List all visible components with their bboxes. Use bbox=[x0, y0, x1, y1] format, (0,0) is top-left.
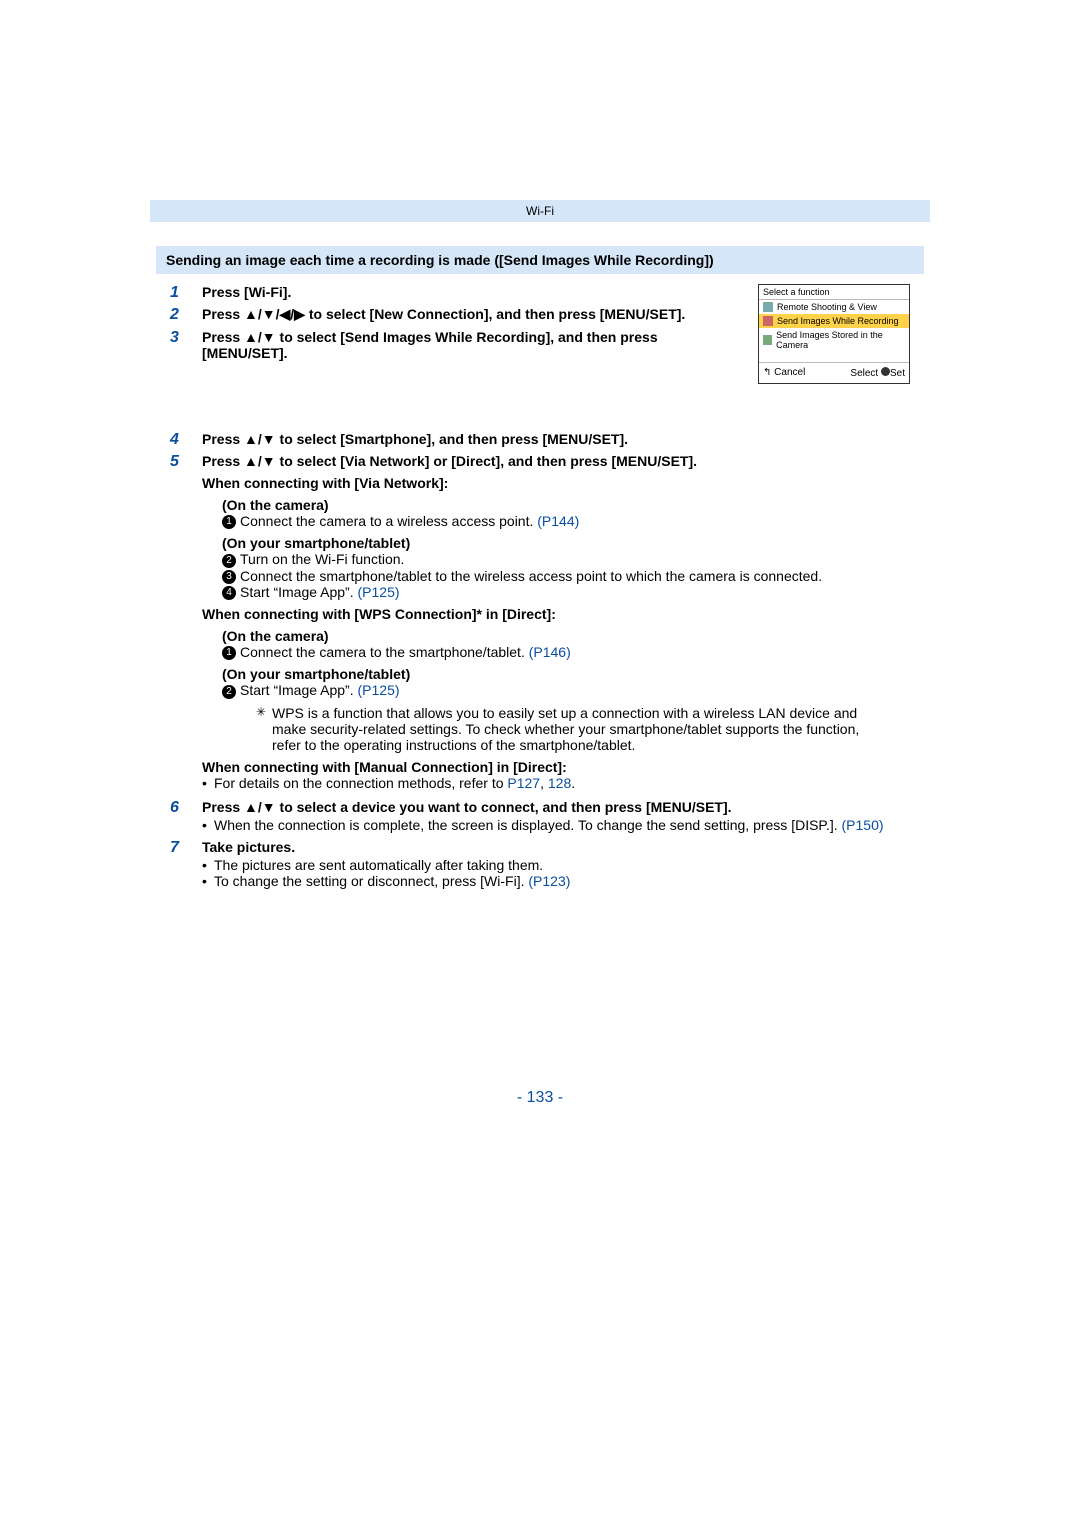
sep: , bbox=[540, 775, 548, 791]
via-network-phone-step-2: 2 Turn on the Wi-Fi function. bbox=[202, 551, 910, 567]
on-phone-heading: (On your smartphone/tablet) bbox=[202, 666, 910, 682]
on-phone-heading: (On your smartphone/tablet) bbox=[202, 535, 910, 551]
page-link-p125[interactable]: (P125) bbox=[358, 682, 400, 698]
circled-3-icon: 3 bbox=[222, 570, 236, 584]
screenshot-select-set: Select Set bbox=[850, 367, 905, 379]
step-body: Start “Image App”. bbox=[240, 682, 358, 698]
step-text: Take pictures. bbox=[202, 839, 295, 855]
manual-line: •For details on the connection methods, … bbox=[202, 775, 910, 791]
step-7-bullet-2: •To change the setting or disconnect, pr… bbox=[202, 873, 910, 889]
circled-2-icon: 2 bbox=[222, 554, 236, 568]
step-body: Connect the camera to a wireless access … bbox=[240, 513, 537, 529]
on-camera-heading: (On the camera) bbox=[202, 628, 910, 644]
manual-heading: When connecting with [Manual Connection]… bbox=[202, 759, 910, 775]
page-link-p123[interactable]: (P123) bbox=[528, 873, 570, 889]
via-network-phone-step-4: 4 Start “Image App”. (P125) bbox=[202, 584, 910, 600]
section-header: Wi-Fi bbox=[150, 200, 930, 222]
wps-heading: When connecting with [WPS Connection]* i… bbox=[202, 606, 910, 622]
subsection-title: Sending an image each time a recording i… bbox=[156, 246, 924, 274]
page-link-p127[interactable]: P127 bbox=[507, 775, 540, 791]
page-number: - 133 - bbox=[150, 1089, 930, 1107]
step-text: Press ▲/▼ to select [Via Network] or [Di… bbox=[202, 453, 697, 469]
screenshot-cancel: ↰ Cancel bbox=[763, 367, 805, 379]
step-6-note: •When the connection is complete, the sc… bbox=[202, 817, 910, 833]
step-text: Press [Wi-Fi]. bbox=[202, 284, 291, 300]
via-network-cam-step: 1 Connect the camera to a wireless access… bbox=[202, 513, 910, 529]
wps-footnote: ✳ WPS is a function that allows you to ea… bbox=[202, 705, 910, 753]
step-text: Press ▲/▼ to select a device you want to… bbox=[202, 799, 732, 815]
footnote-text: WPS is a function that allows you to eas… bbox=[272, 705, 859, 753]
via-network-phone-step-3: 3 Connect the smartphone/tablet to the wi… bbox=[202, 568, 910, 584]
step-7: 7Take pictures. •The pictures are sent a… bbox=[170, 839, 910, 889]
bullet-text: To change the setting or disconnect, pre… bbox=[214, 873, 528, 889]
step-body: Connect the smartphone/tablet to the wir… bbox=[240, 568, 822, 584]
page-link-p144[interactable]: (P144) bbox=[537, 513, 579, 529]
select-label: Select bbox=[850, 368, 878, 379]
step-text: Press ▲/▼ to select [Send Images While R… bbox=[202, 329, 658, 361]
circled-1-icon: 1 bbox=[222, 515, 236, 529]
sep: . bbox=[571, 775, 575, 791]
bullet-text: The pictures are sent automatically afte… bbox=[214, 857, 543, 873]
step-2: 2Press ▲/▼/◀/▶ to select [New Connection… bbox=[170, 306, 910, 323]
page-link-128[interactable]: 128 bbox=[548, 775, 571, 791]
set-label: Set bbox=[890, 368, 905, 379]
step-body: Start “Image App”. bbox=[240, 584, 358, 600]
page-link-p150[interactable]: (P150) bbox=[842, 817, 884, 833]
manual-text: For details on the connection methods, r… bbox=[214, 775, 507, 791]
step-5: 5Press ▲/▼ to select [Via Network] or [D… bbox=[170, 453, 910, 791]
circled-4-icon: 4 bbox=[222, 586, 236, 600]
step-4: 4Press ▲/▼ to select [Smartphone], and t… bbox=[170, 431, 910, 447]
footnote-star-icon: ✳ bbox=[254, 705, 268, 719]
step-3: 3Press ▲/▼ to select [Send Images While … bbox=[170, 329, 910, 361]
step-body: Turn on the Wi-Fi function. bbox=[240, 551, 404, 567]
step-6: 6Press ▲/▼ to select a device you want t… bbox=[170, 799, 910, 833]
on-camera-heading: (On the camera) bbox=[202, 497, 910, 513]
step-7-bullet-1: •The pictures are sent automatically aft… bbox=[202, 857, 910, 873]
wps-phone-step: 2 Start “Image App”. (P125) bbox=[202, 682, 910, 698]
cancel-label: Cancel bbox=[774, 367, 805, 378]
step-text: Press ▲/▼/◀/▶ to select [New Connection]… bbox=[202, 306, 685, 322]
circled-1-icon: 1 bbox=[222, 646, 236, 660]
step-1: 1Press [Wi-Fi]. bbox=[170, 284, 910, 300]
wps-cam-step: 1 Connect the camera to the smartphone/ta… bbox=[202, 644, 910, 660]
page-link-p125[interactable]: (P125) bbox=[358, 584, 400, 600]
step-text: Press ▲/▼ to select [Smartphone], and th… bbox=[202, 431, 628, 447]
page-link-p146[interactable]: (P146) bbox=[529, 644, 571, 660]
note-text: When the connection is complete, the scr… bbox=[214, 817, 842, 833]
via-network-heading: When connecting with [Via Network]: bbox=[202, 475, 910, 491]
circled-2-icon: 2 bbox=[222, 685, 236, 699]
step-body: Connect the camera to the smartphone/tab… bbox=[240, 644, 529, 660]
